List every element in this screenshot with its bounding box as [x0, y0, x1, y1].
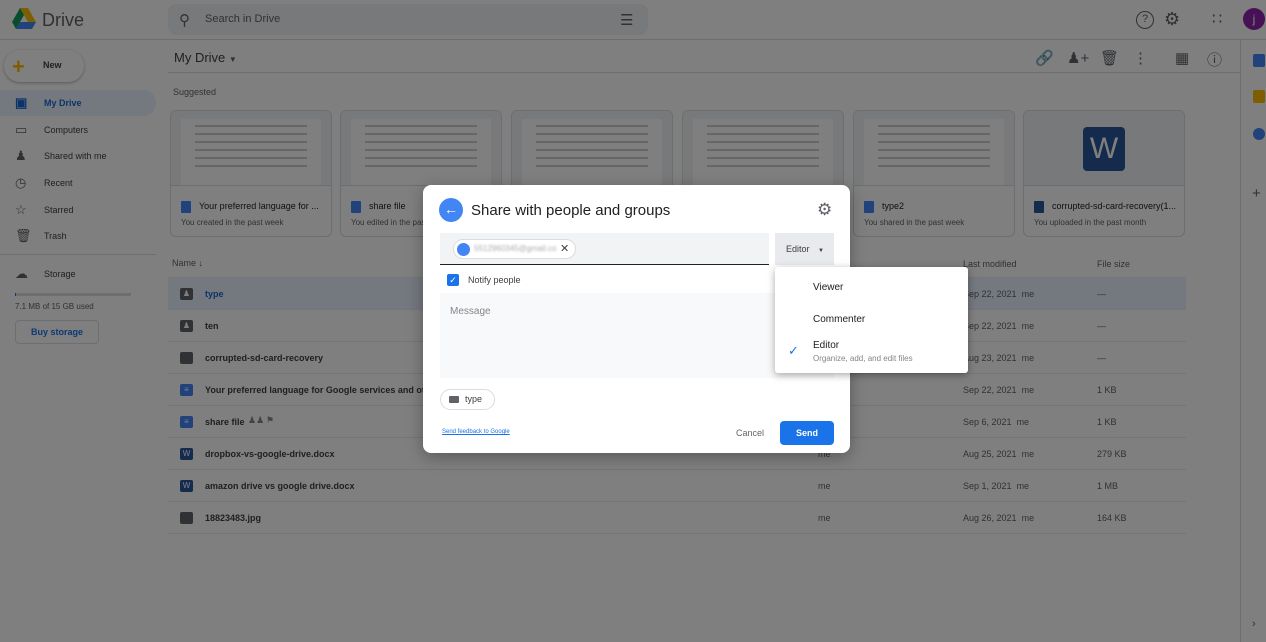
item-chip: type — [440, 389, 495, 410]
back-button[interactable]: ← — [439, 198, 463, 222]
share-settings-icon[interactable]: ⚙ — [817, 200, 832, 220]
message-placeholder: Message — [450, 306, 491, 317]
recipient-chip[interactable]: 5512960345@gmail.com ✕ — [453, 239, 576, 259]
notify-label: Notify people — [468, 275, 521, 285]
dialog-title: Share with people and groups — [471, 202, 671, 219]
menu-item-editor-desc: Organize, add, and edit files — [813, 354, 913, 363]
recipient-avatar — [457, 243, 470, 256]
feedback-link[interactable]: Send feedback to Google — [442, 429, 510, 435]
remove-chip-icon[interactable]: ✕ — [560, 242, 569, 255]
notify-checkbox[interactable]: ✓ — [447, 274, 459, 286]
menu-item-editor[interactable]: Editor — [813, 340, 839, 351]
role-select[interactable]: Editor ▼ — [775, 233, 834, 265]
folder-icon — [449, 396, 459, 403]
cancel-button[interactable]: Cancel — [736, 428, 764, 438]
role-label: Editor — [786, 244, 810, 254]
role-menu: Viewer Commenter ✓ Editor Organize, add,… — [775, 267, 968, 373]
recipient-input[interactable]: 5512960345@gmail.com ✕ — [440, 233, 769, 265]
recipient-email: 5512960345@gmail.com — [474, 244, 556, 253]
send-button[interactable]: Send — [780, 421, 834, 445]
check-icon: ✓ — [788, 343, 799, 358]
dropdown-arrow-icon: ▼ — [818, 248, 824, 254]
item-chip-label: type — [465, 394, 483, 404]
menu-item-viewer[interactable]: Viewer — [813, 282, 843, 293]
menu-item-commenter[interactable]: Commenter — [813, 314, 865, 325]
